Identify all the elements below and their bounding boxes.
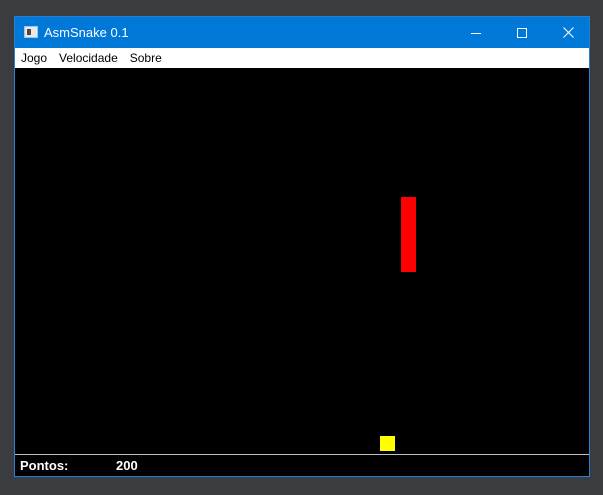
window-title: AsmSnake 0.1 <box>44 25 129 40</box>
snake-segment <box>401 212 416 227</box>
game-board[interactable] <box>15 68 589 454</box>
score-value: 200 <box>116 458 138 473</box>
snake-segment <box>401 257 416 272</box>
food-pellet <box>380 436 395 451</box>
menu-sobre[interactable]: Sobre <box>124 48 168 68</box>
snake-segment <box>401 227 416 242</box>
snake-segment <box>401 242 416 257</box>
menu-jogo[interactable]: Jogo <box>15 48 53 68</box>
close-button[interactable] <box>545 17 591 48</box>
maximize-button[interactable] <box>499 17 545 48</box>
minimize-icon <box>471 32 481 34</box>
menu-bar: Jogo Velocidade Sobre <box>15 48 589 68</box>
score-label: Pontos: <box>20 458 69 473</box>
title-bar[interactable]: AsmSnake 0.1 <box>15 17 589 48</box>
game-window: AsmSnake 0.1 Jogo Velocidade Sobre Ponto… <box>14 16 590 477</box>
status-bar: Pontos: 200 <box>15 454 589 476</box>
minimize-button[interactable] <box>453 17 499 48</box>
close-icon <box>562 27 574 38</box>
maximize-icon <box>517 27 527 38</box>
menu-velocidade[interactable]: Velocidade <box>53 48 124 68</box>
app-window-icon <box>24 26 38 38</box>
snake-segment <box>401 197 416 212</box>
